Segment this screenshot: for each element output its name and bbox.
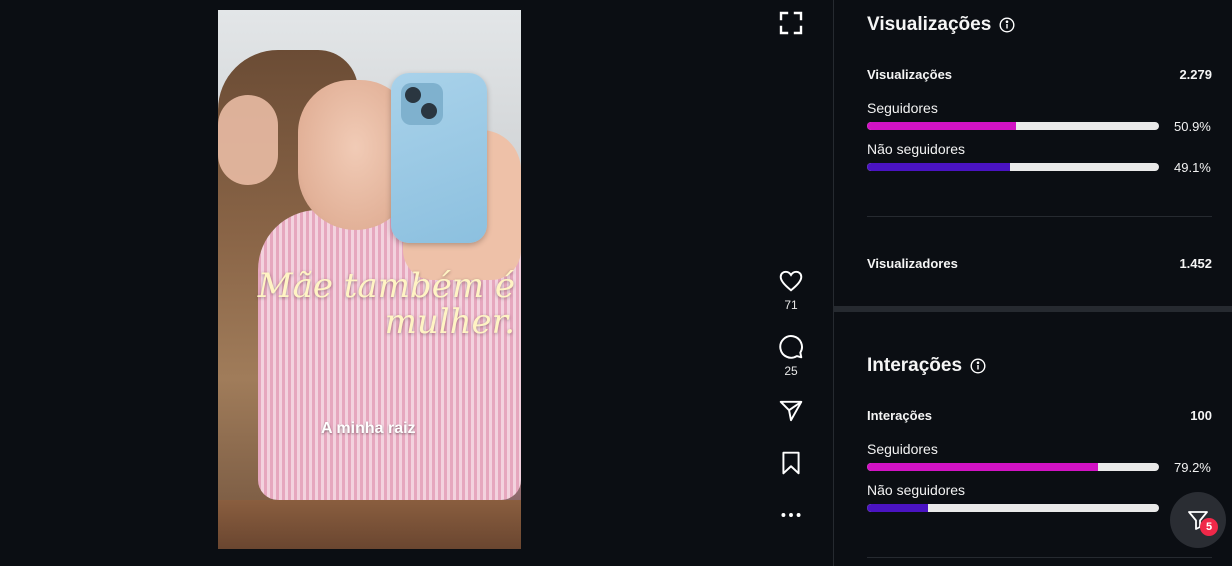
comment-button[interactable]: 25 <box>771 334 811 378</box>
section-divider <box>834 306 1232 312</box>
more-horizontal-icon <box>781 513 801 517</box>
like-button[interactable]: 71 <box>771 268 811 312</box>
fullscreen-icon[interactable] <box>779 11 803 35</box>
reel-desk <box>218 500 521 549</box>
heart-icon <box>779 270 803 292</box>
interactions-total-value: 100 <box>1190 408 1212 423</box>
bookmark-icon <box>782 451 800 475</box>
views-nonfollowers-label: Não seguidores <box>867 141 966 157</box>
paper-plane-icon <box>779 400 803 422</box>
interactions-followers-bar <box>867 463 1159 471</box>
interactions-nonfollowers-bar <box>867 504 1159 512</box>
views-section-title: Visualizações <box>867 14 1015 36</box>
interactions-nonfollowers-label: Não seguidores <box>867 482 966 498</box>
views-followers-label: Seguidores <box>867 100 938 116</box>
divider <box>867 557 1212 558</box>
info-icon[interactable] <box>999 17 1015 33</box>
more-options-button[interactable] <box>771 502 811 528</box>
interactions-followers-label: Seguidores <box>867 441 938 457</box>
interactions-title: Interações <box>867 355 963 376</box>
views-nonfollowers-bar <box>867 163 1159 171</box>
interactions-nonfollowers-bar-fill <box>867 504 928 512</box>
views-title: Visualizações <box>867 14 992 35</box>
views-followers-pct: 50.9% <box>1174 119 1211 134</box>
save-button[interactable] <box>771 450 811 476</box>
reel-overlay-title: Mãe também é mulher. <box>257 266 515 342</box>
info-icon[interactable] <box>970 358 986 374</box>
divider <box>867 216 1212 217</box>
reel-video[interactable]: Mãe também é mulher. A minha raiz <box>218 10 521 549</box>
media-area: Mãe também é mulher. A minha raiz 71 25 <box>0 0 833 566</box>
views-total-label: Visualizações <box>867 67 953 82</box>
interactions-followers-pct: 79.2% <box>1174 460 1211 475</box>
views-nonfollowers-bar-fill <box>867 163 1011 171</box>
comment-count: 25 <box>784 364 798 378</box>
like-count: 71 <box>784 298 798 312</box>
reel-figure-hand <box>218 95 278 185</box>
interactions-followers-bar-fill <box>867 463 1099 471</box>
views-followers-bar-fill <box>867 122 1016 130</box>
viewers-label: Visualizadores <box>867 256 958 271</box>
filter-badge: 5 <box>1200 518 1218 536</box>
viewers-value: 1.452 <box>1179 256 1212 271</box>
views-nonfollowers-pct: 49.1% <box>1174 160 1211 175</box>
interactions-total-label: Interações <box>867 408 933 423</box>
insights-panel: Visualizações Visualizações 2.279 Seguid… <box>833 0 1232 566</box>
reel-overlay-subtitle: A minha raiz <box>321 420 416 437</box>
views-total-value: 2.279 <box>1179 67 1212 82</box>
views-total-row: Visualizações 2.279 <box>867 67 1212 82</box>
views-followers-bar <box>867 122 1159 130</box>
share-button[interactable] <box>771 398 811 424</box>
viewers-row: Visualizadores 1.452 <box>867 256 1212 271</box>
filter-button[interactable]: 5 <box>1170 492 1226 548</box>
reel-phone <box>391 73 487 243</box>
interactions-total-row: Interações 100 <box>867 408 1212 423</box>
comment-icon <box>779 335 803 359</box>
interactions-section-title: Interações <box>867 355 986 377</box>
